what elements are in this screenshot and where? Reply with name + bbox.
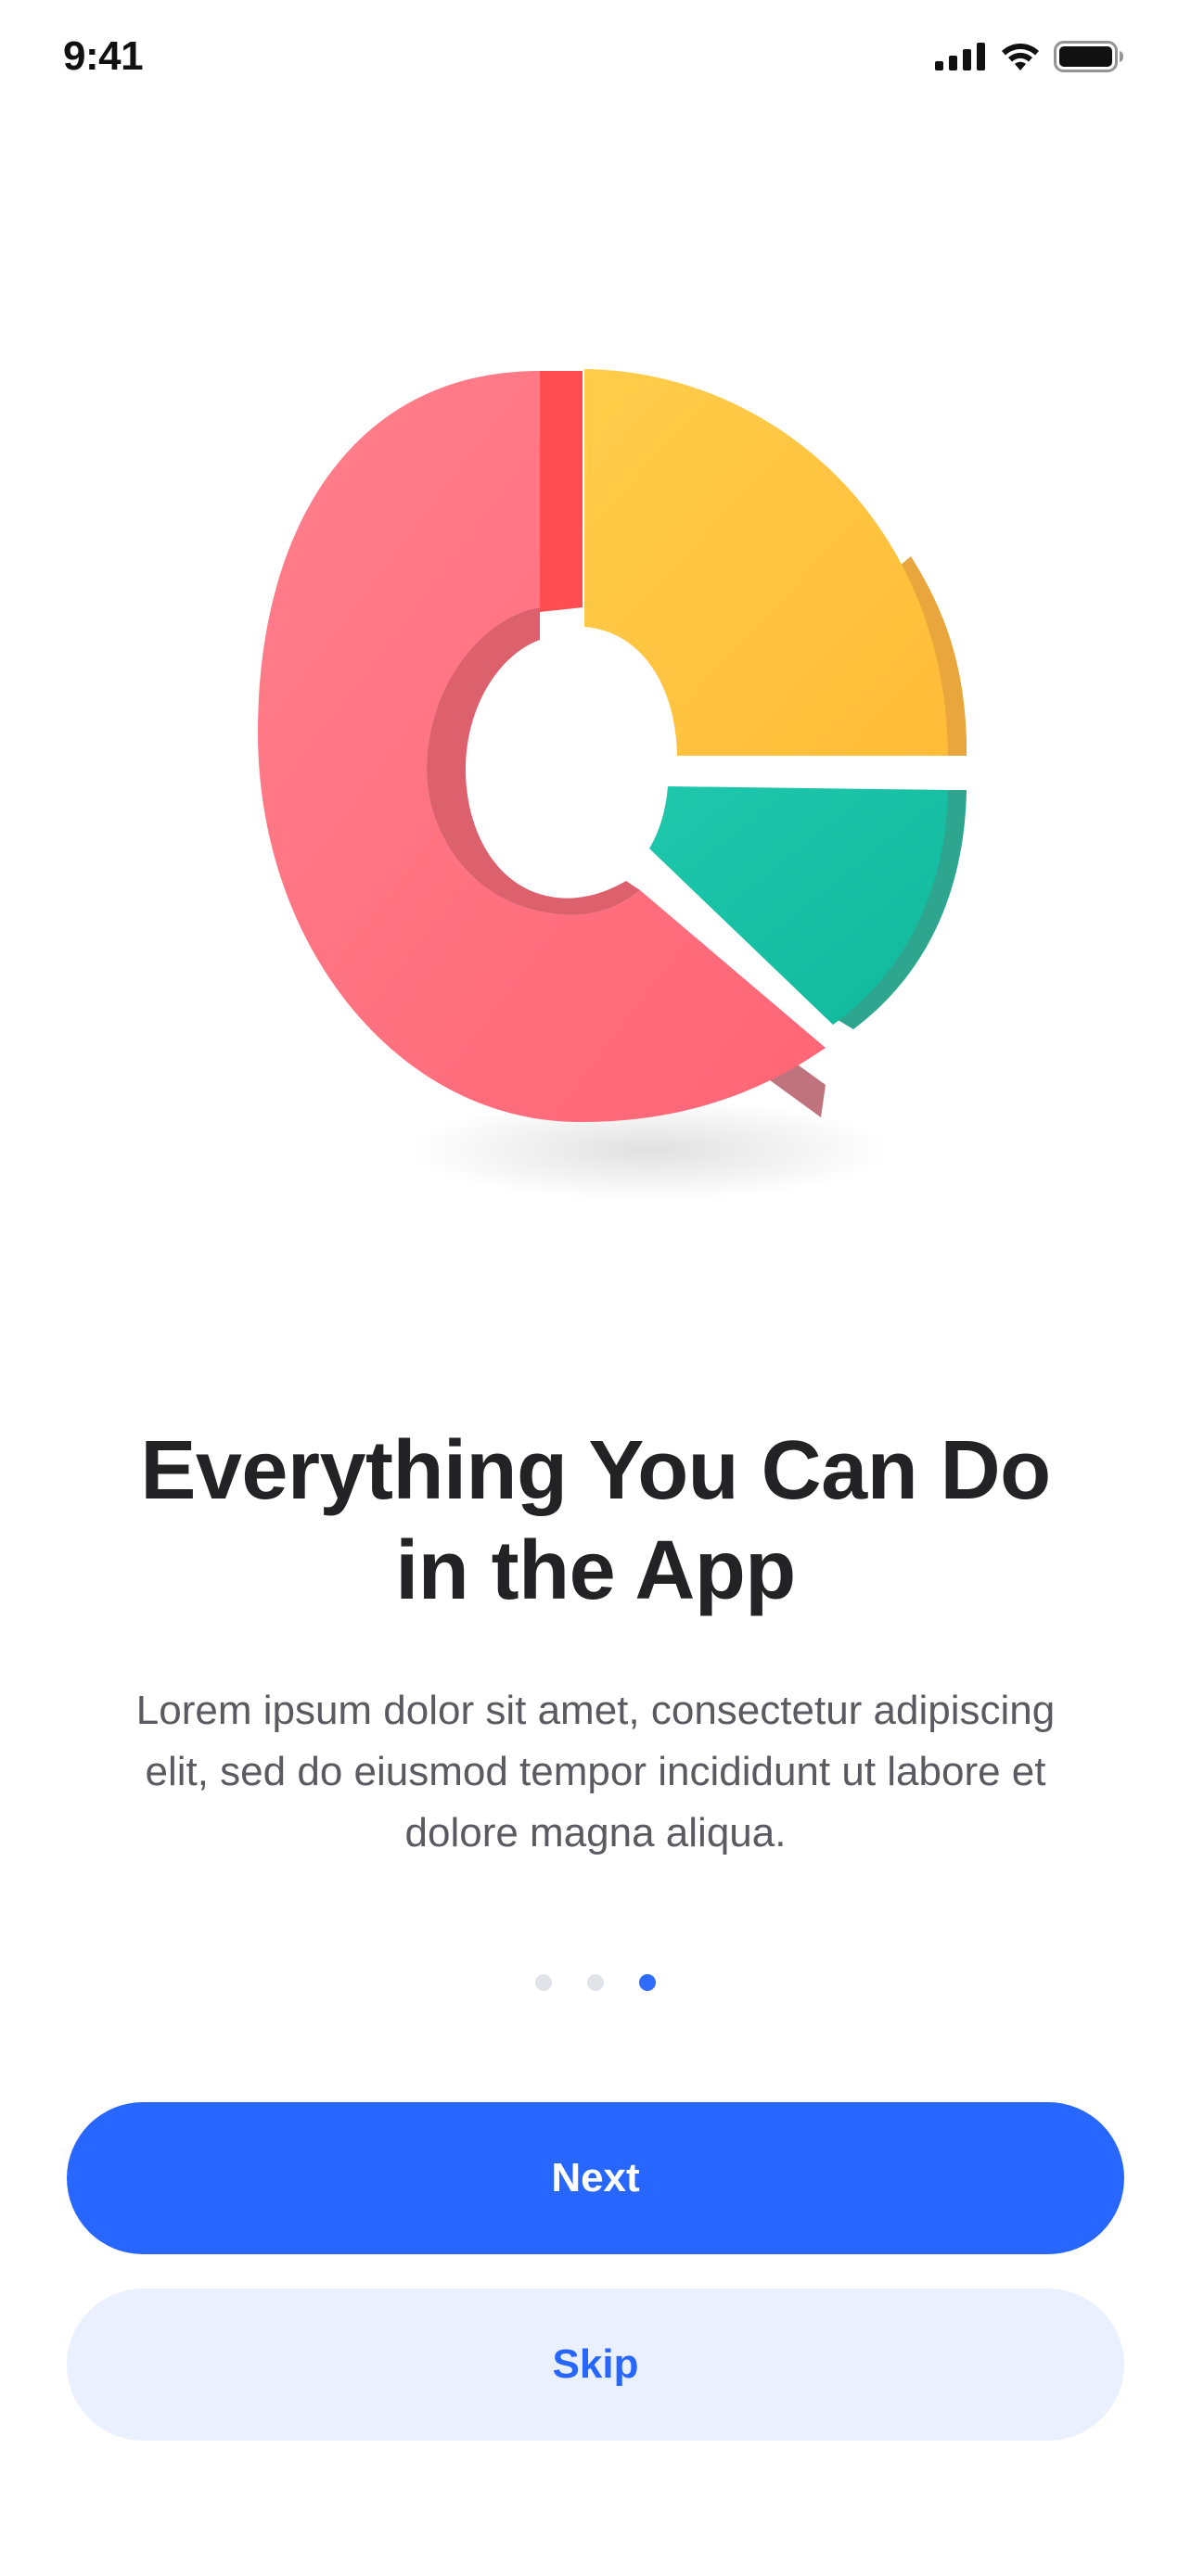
page-description: Lorem ipsum dolor sit amet, consectetur … xyxy=(74,1680,1117,1864)
wifi-icon xyxy=(1000,42,1041,76)
page-dot-2[interactable] xyxy=(587,1974,604,1991)
skip-button[interactable]: Skip xyxy=(67,2289,1124,2441)
battery-icon xyxy=(1054,41,1124,77)
status-icons xyxy=(935,41,1124,77)
status-bar: 9:41 xyxy=(0,0,1191,111)
title-line-1: Everything You Can Do xyxy=(140,1424,1051,1517)
description-line-2: elit, sed do eiusmod tempor incididunt u… xyxy=(145,1749,1046,1794)
next-button[interactable]: Next xyxy=(67,2102,1124,2254)
title-line-2: in the App xyxy=(395,1524,796,1617)
red-segment-edge xyxy=(540,371,583,612)
page-dot-3-active[interactable] xyxy=(639,1974,656,1991)
donut-chart-illustration xyxy=(213,334,974,1224)
donut-chart-graphic xyxy=(258,369,967,1201)
page-indicator xyxy=(0,1974,1191,1991)
page-title: Everything You Can Do in the App xyxy=(56,1421,1135,1621)
status-time: 9:41 xyxy=(63,33,144,79)
description-line-3: dolore magna aliqua. xyxy=(404,1810,787,1855)
page-dot-1[interactable] xyxy=(535,1974,552,1991)
yellow-segment xyxy=(584,369,948,756)
description-line-1: Lorem ipsum dolor sit amet, consectetur … xyxy=(135,1688,1056,1733)
cellular-signal-icon xyxy=(935,43,987,75)
